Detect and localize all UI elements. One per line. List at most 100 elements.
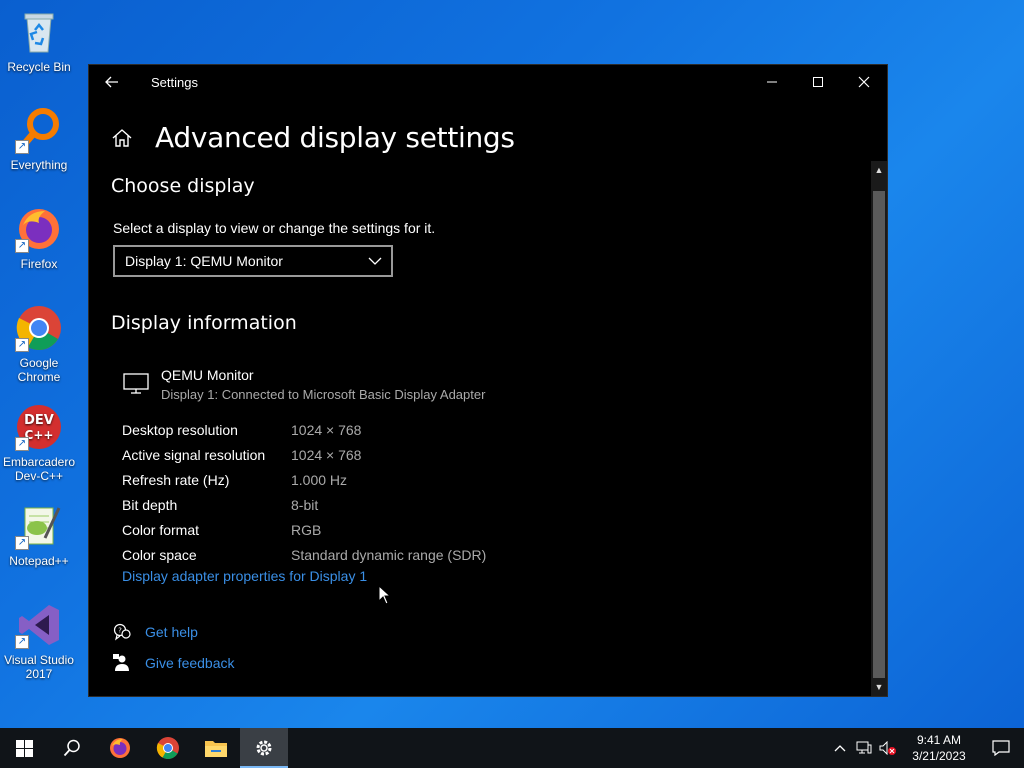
back-arrow-icon [105, 76, 118, 88]
display-information-heading: Display information [111, 312, 297, 334]
home-icon[interactable] [111, 127, 133, 149]
desktop-icon-firefox[interactable]: ↗ Firefox [0, 205, 78, 271]
desktop-icon-label: Google Chrome [17, 356, 61, 384]
clock-date: 3/21/2023 [912, 749, 966, 763]
taskbar: 9:41 AM 3/21/2023 [0, 728, 1024, 768]
desktop-icon-notepadpp[interactable]: ↗ Notepad++ [0, 502, 78, 568]
recycle-bin-icon [15, 8, 63, 56]
scrollbar-thumb[interactable] [873, 191, 885, 678]
windows-logo-icon [15, 739, 33, 757]
clock-time: 9:41 AM [916, 733, 962, 747]
desktop-icon-chrome[interactable]: ↗ Google Chrome [0, 304, 78, 384]
settings-window: Settings Advanced display settings Choos… [88, 64, 888, 697]
shortcut-arrow-icon: ↗ [15, 635, 29, 649]
close-button[interactable] [841, 65, 887, 99]
desktop-icon-label: Visual Studio 2017 [4, 653, 74, 681]
search-button[interactable] [48, 728, 96, 768]
info-label: Bit depth [122, 496, 178, 513]
file-explorer-icon [205, 741, 227, 757]
close-icon [858, 76, 870, 88]
scroll-up-icon[interactable]: ▲ [871, 163, 887, 177]
get-help-row[interactable]: ? Get help [113, 623, 198, 641]
info-value: 1024 × 768 [291, 421, 362, 438]
give-feedback-icon [113, 654, 129, 671]
page-header: Advanced display settings [111, 121, 515, 154]
clock[interactable]: 9:41 AM 3/21/2023 [900, 732, 978, 764]
give-feedback-link[interactable]: Give feedback [145, 655, 235, 671]
notification-icon [992, 740, 1010, 756]
chevron-up-icon [834, 745, 846, 752]
action-center-button[interactable] [978, 728, 1024, 768]
monitor-info: QEMU Monitor Display 1: Connected to Mic… [123, 367, 485, 402]
display-info-table: Desktop resolution 1024 × 768 Active sig… [122, 417, 486, 567]
monitor-connection: Display 1: Connected to Microsoft Basic … [161, 387, 486, 402]
minimize-button[interactable] [749, 65, 795, 99]
gear-icon [256, 740, 272, 756]
settings-content: Advanced display settings Choose display… [89, 99, 871, 696]
desktop-icon-devcpp[interactable]: DEV C++ ↗ Embarcadero Dev-C++ [0, 403, 78, 483]
maximize-icon [813, 77, 823, 87]
desktop-icon-recycle-bin[interactable]: Recycle Bin [0, 8, 78, 74]
firefox-icon [110, 738, 130, 758]
shortcut-arrow-icon: ↗ [15, 536, 29, 550]
svg-text:?: ? [118, 627, 122, 635]
taskbar-settings[interactable] [240, 728, 288, 768]
shortcut-arrow-icon: ↗ [15, 437, 29, 451]
system-tray: 9:41 AM 3/21/2023 [828, 728, 1024, 768]
firefox-icon: ↗ [15, 205, 63, 253]
taskbar-chrome[interactable] [144, 728, 192, 768]
info-value: 8-bit [291, 496, 319, 513]
give-feedback-row[interactable]: Give feedback [113, 654, 235, 672]
monitor-name: QEMU Monitor [161, 367, 254, 383]
get-help-icon: ? [113, 623, 131, 641]
monitor-icon [123, 373, 149, 394]
info-row: Bit depth 8-bit [122, 492, 486, 517]
title-bar: Settings [89, 65, 887, 99]
desktop-icon-label: Everything [10, 158, 68, 172]
display-select-value: Display 1: QEMU Monitor [125, 253, 283, 269]
shortcut-arrow-icon: ↗ [15, 140, 29, 154]
shortcut-arrow-icon: ↗ [15, 338, 29, 352]
volume-muted-icon [879, 741, 896, 755]
svg-text:DEV: DEV [24, 413, 54, 428]
devcpp-icon: DEV C++ ↗ [15, 403, 63, 451]
chrome-icon: ↗ [15, 304, 63, 352]
taskbar-file-explorer[interactable] [192, 728, 240, 768]
info-label: Active signal resolution [122, 446, 266, 463]
network-button[interactable] [852, 728, 876, 768]
chrome-icon [156, 737, 179, 759]
chevron-down-icon [368, 257, 382, 265]
desktop-icon-label: Recycle Bin [7, 60, 71, 74]
desktop-icon-visual-studio[interactable]: ↗ Visual Studio 2017 [0, 601, 78, 681]
back-button[interactable] [89, 65, 135, 99]
scroll-down-icon[interactable]: ▼ [871, 680, 887, 694]
display-adapter-properties-link[interactable]: Display adapter properties for Display 1 [122, 568, 367, 584]
info-row: Active signal resolution 1024 × 768 [122, 442, 486, 467]
taskbar-firefox[interactable] [96, 728, 144, 768]
desktop-icon-everything[interactable]: ↗ Everything [0, 106, 78, 172]
info-value: 1.000 Hz [291, 471, 348, 488]
desktop-icon-label: Embarcadero Dev-C++ [2, 455, 76, 483]
mouse-cursor-icon [378, 585, 392, 605]
visual-studio-icon: ↗ [15, 601, 63, 649]
minimize-icon [767, 81, 777, 83]
choose-display-heading: Choose display [111, 175, 255, 197]
info-label: Color format [122, 521, 200, 538]
shortcut-arrow-icon: ↗ [15, 239, 29, 253]
page-title: Advanced display settings [155, 121, 515, 154]
start-button[interactable] [0, 728, 48, 768]
info-value: 1024 × 768 [291, 446, 362, 463]
desktop-icon-label: Firefox [20, 257, 58, 271]
display-select-dropdown[interactable]: Display 1: QEMU Monitor [113, 245, 393, 277]
show-hidden-icons-button[interactable] [828, 728, 852, 768]
info-label: Color space [122, 546, 197, 563]
choose-display-description: Select a display to view or change the s… [113, 220, 436, 236]
notepadpp-icon: ↗ [15, 502, 63, 550]
info-value: Standard dynamic range (SDR) [291, 546, 487, 563]
maximize-button[interactable] [795, 65, 841, 99]
vertical-scrollbar[interactable]: ▲ ▼ [871, 161, 887, 696]
get-help-link[interactable]: Get help [145, 624, 198, 640]
info-value: RGB [291, 521, 322, 538]
volume-button[interactable] [876, 728, 900, 768]
network-icon [856, 741, 872, 754]
